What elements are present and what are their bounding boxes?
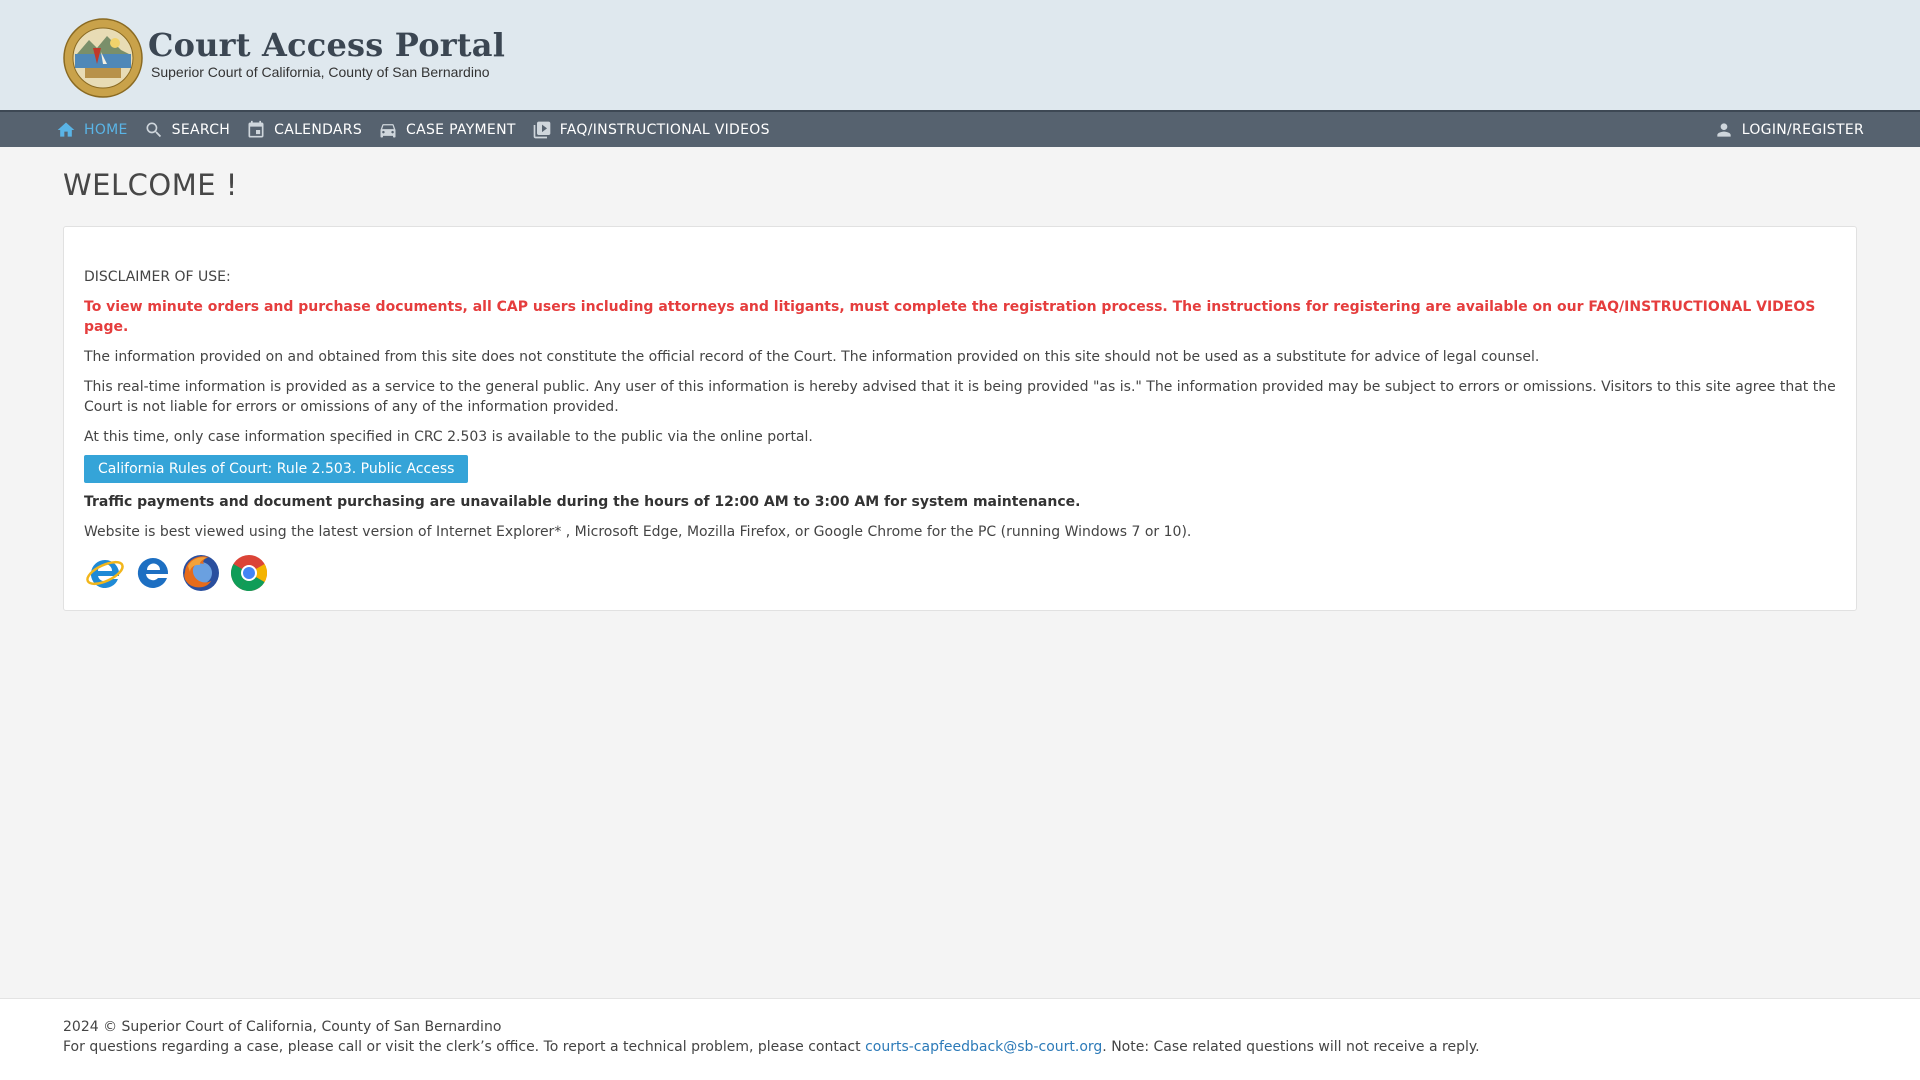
search-icon <box>144 120 164 140</box>
edge-icon <box>132 552 174 594</box>
nav-faq-videos-label: FAQ/INSTRUCTIONAL VIDEOS <box>559 121 770 138</box>
footer-contact: For questions regarding a case, please c… <box>63 1039 1480 1055</box>
registration-notice: To view minute orders and purchase docum… <box>84 299 1816 335</box>
browser-icons <box>84 552 1836 594</box>
nav-calendars-label: CALENDARS <box>274 121 363 138</box>
nav-case-payment-label: CASE PAYMENT <box>406 121 516 138</box>
nav-home[interactable]: HOME <box>48 112 136 147</box>
calendar-icon <box>246 120 266 140</box>
nav-faq-videos[interactable]: FAQ/INSTRUCTIONAL VIDEOS <box>524 112 778 147</box>
home-icon <box>56 120 76 140</box>
nav-home-label: HOME <box>84 121 128 138</box>
nav-login-register-label: LOGIN/REGISTER <box>1741 121 1864 138</box>
disclaimer-heading: DISCLAIMER OF USE: <box>84 269 231 285</box>
court-seal-logo[interactable] <box>63 18 143 98</box>
person-icon <box>1714 120 1734 140</box>
browsers-note: Website is best viewed using the latest … <box>84 524 1192 540</box>
chrome-icon <box>228 552 270 594</box>
portal-subtitle: Superior Court of California, County of … <box>151 64 490 80</box>
nav-calendars[interactable]: CALENDARS <box>238 112 370 147</box>
maintenance-notice: Traffic payments and document purchasing… <box>84 494 1081 510</box>
nav-search[interactable]: SEARCH <box>136 112 238 147</box>
main-navbar: HOME SEARCH CALENDARS CASE PAYMENT FAQ/I… <box>0 110 1920 147</box>
portal-title: Court Access Portal <box>148 26 506 64</box>
internet-explorer-icon <box>84 552 126 594</box>
firefox-icon <box>180 552 222 594</box>
site-footer: 2024 © Superior Court of California, Cou… <box>0 998 1920 1080</box>
nav-login-register[interactable]: LOGIN/REGISTER <box>1706 112 1872 147</box>
disclaimer-card: DISCLAIMER OF USE: To view minute orders… <box>63 226 1857 611</box>
video-library-icon <box>532 120 552 140</box>
crc-text: At this time, only case information spec… <box>84 429 813 445</box>
real-time-info-text: This real-time information is provided a… <box>84 379 1836 415</box>
feedback-email-link[interactable]: courts-capfeedback@sb-court.org <box>865 1039 1102 1055</box>
footer-contact-prefix: For questions regarding a case, please c… <box>63 1039 866 1055</box>
footer-contact-suffix: . Note: Case related questions will not … <box>1102 1039 1480 1055</box>
rule-2503-button[interactable]: California Rules of Court: Rule 2.503. P… <box>84 455 469 483</box>
page-title: WELCOME ! <box>63 168 238 202</box>
site-header: Court Access Portal Superior Court of Ca… <box>0 0 1920 110</box>
car-icon <box>378 120 398 140</box>
nav-search-label: SEARCH <box>171 121 231 138</box>
footer-copyright: 2024 © Superior Court of California, Cou… <box>63 1019 502 1035</box>
nav-case-payment[interactable]: CASE PAYMENT <box>370 112 524 147</box>
official-record-text: The information provided on and obtained… <box>84 349 1540 365</box>
